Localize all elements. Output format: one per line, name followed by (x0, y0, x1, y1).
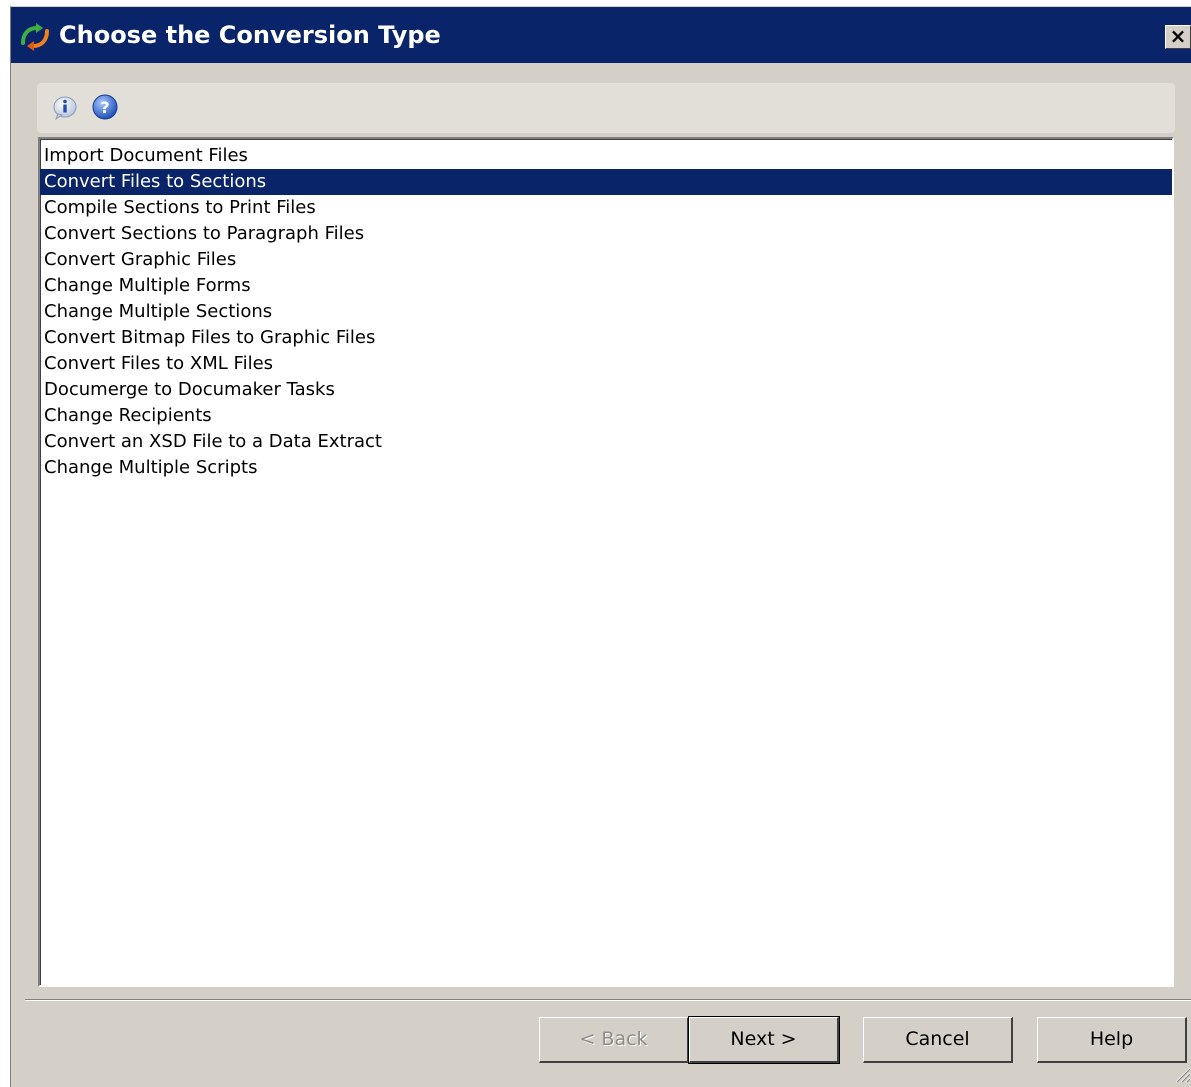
list-item[interactable]: Change Recipients (40, 403, 1172, 429)
toolbar: ? (37, 83, 1175, 133)
list-item[interactable]: Convert Graphic Files (40, 247, 1172, 273)
button-separator (25, 999, 1191, 1001)
list-item[interactable]: Change Multiple Forms (40, 273, 1172, 299)
list-item[interactable]: Convert Bitmap Files to Graphic Files (40, 325, 1172, 351)
list-item[interactable]: Compile Sections to Print Files (40, 195, 1172, 221)
conversion-arrows-icon (21, 23, 49, 51)
help-button[interactable]: Help (1037, 1017, 1187, 1063)
conversion-type-list: Import Document Files Convert Files to S… (40, 139, 1172, 481)
cancel-button[interactable]: Cancel (863, 1017, 1013, 1063)
list-item[interactable]: Import Document Files (40, 143, 1172, 169)
list-item[interactable]: Change Multiple Scripts (40, 455, 1172, 481)
conversion-type-listbox[interactable]: Import Document Files Convert Files to S… (38, 137, 1174, 987)
list-item[interactable]: Change Multiple Sections (40, 299, 1172, 325)
close-button[interactable]: × (1165, 25, 1191, 49)
list-item[interactable]: Convert Files to XML Files (40, 351, 1172, 377)
conversion-type-dialog: Choose the Conversion Type × ? Import Do… (10, 6, 1191, 1087)
help-icon[interactable]: ? (91, 93, 119, 121)
title-bar[interactable]: Choose the Conversion Type × (11, 7, 1191, 63)
svg-text:?: ? (100, 98, 109, 117)
list-item[interactable]: Convert Files to Sections (40, 169, 1172, 195)
info-icon[interactable] (51, 93, 79, 121)
list-item[interactable]: Convert an XSD File to a Data Extract (40, 429, 1172, 455)
resize-grip-icon[interactable] (1171, 1063, 1191, 1083)
list-item[interactable]: Convert Sections to Paragraph Files (40, 221, 1172, 247)
list-item[interactable]: Documerge to Documaker Tasks (40, 377, 1172, 403)
dialog-title: Choose the Conversion Type (59, 21, 441, 49)
next-button[interactable]: Next > (688, 1016, 840, 1064)
back-button[interactable]: < Back (539, 1017, 689, 1063)
